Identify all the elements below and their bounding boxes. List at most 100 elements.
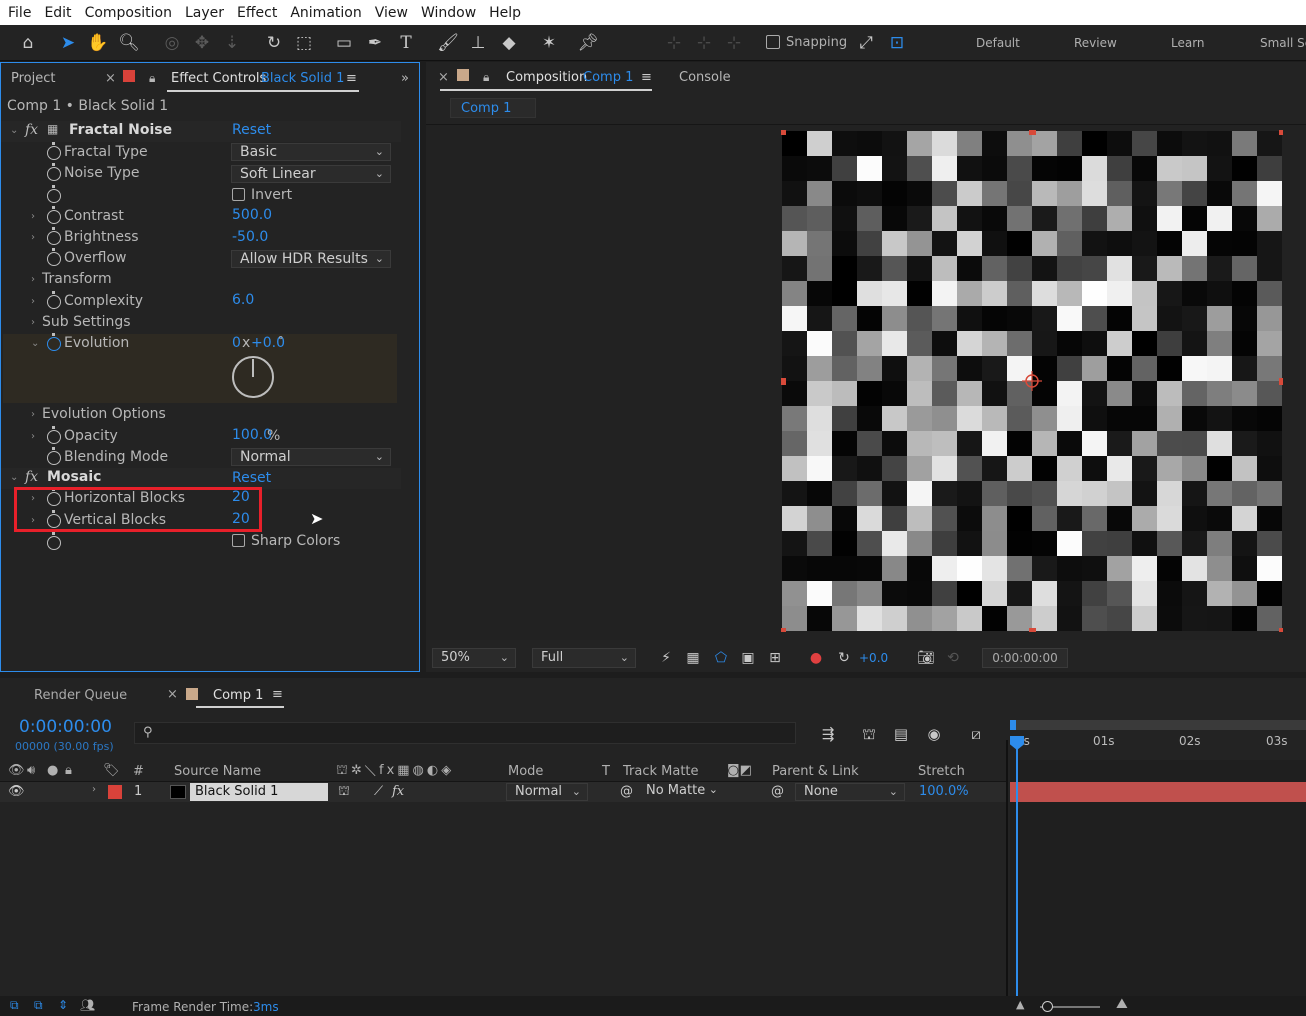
region-of-interest-icon[interactable]: ▣ — [736, 646, 760, 670]
layer-switches-toggle-icon[interactable]: ⧉ — [10, 998, 19, 1013]
motion-blur-icon[interactable]: ◉ — [922, 722, 946, 746]
label-tag-icon[interactable]: 🏷︎ — [103, 763, 120, 778]
transform-handle[interactable] — [1279, 378, 1283, 385]
zoom-in-icon[interactable]: ⛰ — [1116, 996, 1128, 1012]
expand-arrow-icon[interactable]: › — [31, 232, 35, 243]
pan-camera-icon[interactable]: ✥ — [190, 31, 214, 55]
mosaic-header[interactable]: ⌄ fx Mosaic Reset — [1, 468, 401, 489]
collapse-arrow-icon[interactable]: ⌄ — [31, 338, 39, 349]
layer-duration-bar[interactable] — [1010, 782, 1306, 802]
snap-options-icon[interactable]: ⤢ — [854, 31, 878, 55]
snapshot-camera-icon[interactable]: 📷︎ — [914, 646, 938, 670]
tab-render-queue[interactable]: Render Queue — [34, 688, 127, 703]
panel-menu-icon[interactable]: ≡ — [272, 687, 283, 702]
work-area-start-handle[interactable] — [1010, 720, 1016, 730]
layer-label-color[interactable] — [108, 785, 122, 799]
snap-target-icon[interactable]: ⊡ — [885, 31, 909, 55]
stopwatch-icon[interactable] — [47, 426, 61, 444]
menu-composition[interactable]: Composition — [85, 5, 172, 21]
rectangle-tool-icon[interactable]: ▭ — [332, 31, 356, 55]
layer-row[interactable]: 👁︎ › 1 Black Solid 1 ⛫ ⟋ fx Normal ⌄ @ No… — [0, 782, 1008, 802]
stopwatch-icon[interactable] — [47, 248, 61, 266]
type-tool-icon[interactable]: T — [394, 31, 418, 55]
zoom-dropdown[interactable]: 50% ⌄ — [432, 648, 516, 668]
dolly-camera-icon[interactable]: ⇣ — [220, 31, 244, 55]
puppet-pin-tool-icon[interactable]: 📌︎ — [576, 31, 600, 55]
eye-icon[interactable]: 👁︎ — [8, 763, 25, 778]
fractal-noise-header[interactable]: ⌄ fx ▦ Fractal Noise Reset — [1, 121, 401, 142]
blending-mode-dropdown[interactable]: Normal ⌄ — [231, 448, 391, 466]
fx-icon[interactable]: fx — [25, 469, 38, 485]
timeline-search-input[interactable]: ⚲ — [134, 722, 796, 744]
stopwatch-icon[interactable] — [47, 206, 61, 224]
spiral-pickwhip-icon[interactable]: @ — [620, 784, 633, 799]
effects-switch-icon[interactable]: fx — [392, 784, 404, 799]
stopwatch-icon[interactable] — [47, 227, 61, 245]
fx-icon[interactable]: fx — [25, 122, 38, 138]
stopwatch-icon[interactable] — [47, 163, 61, 181]
property-group-row[interactable]: › Sub Settings — [1, 313, 401, 334]
anchor-point-tool-icon[interactable]: ⬚ — [292, 31, 316, 55]
lock-icon[interactable]: 🔒︎ — [65, 763, 72, 778]
comp-subtab[interactable]: Comp 1 — [450, 98, 536, 118]
clone-stamp-tool-icon[interactable]: ⊥ — [466, 31, 490, 55]
close-icon[interactable]: × — [438, 70, 449, 85]
menu-effect[interactable]: Effect — [237, 5, 277, 21]
view-axis-icon[interactable]: ⊹ — [722, 31, 746, 55]
expand-arrow-icon[interactable]: › — [31, 317, 35, 328]
tab-project[interactable]: Project — [11, 71, 55, 86]
lock-icon[interactable]: 🔒︎ — [483, 70, 489, 85]
current-time-display[interactable]: 0:00:00:00 — [982, 648, 1068, 668]
collapse-arrow-icon[interactable]: ⌄ — [10, 472, 18, 483]
brightness-value[interactable]: -50.0 — [232, 229, 268, 245]
transform-handle[interactable] — [1029, 130, 1036, 135]
column-source-name[interactable]: Source Name — [174, 764, 261, 779]
panel-menu-icon[interactable]: ≡ — [641, 70, 652, 85]
frame-blending-icon[interactable]: ▤ — [889, 722, 913, 746]
expand-arrow-icon[interactable]: › — [31, 409, 35, 420]
property-group-row[interactable]: › Transform — [1, 270, 401, 291]
shy-switch-icon[interactable]: ⛫ — [338, 784, 350, 801]
tab-comp-timeline[interactable]: Comp 1 — [213, 688, 263, 703]
solo-icon[interactable]: ● — [47, 763, 58, 778]
brush-tool-icon[interactable]: 🖌︎ — [436, 31, 460, 55]
tab-console[interactable]: Console — [679, 70, 731, 85]
show-snapshot-icon[interactable]: ⟲ — [941, 646, 965, 670]
work-area-bar[interactable] — [1010, 720, 1306, 730]
close-icon[interactable]: × — [105, 71, 116, 86]
tab-effect-controls[interactable]: Effect Controls — [171, 71, 266, 86]
pen-tool-icon[interactable]: ✒ — [363, 31, 387, 55]
composition-viewer[interactable] — [426, 125, 1306, 640]
panel-menu-icon[interactable]: ≡ — [346, 71, 357, 86]
zoom-tool-icon[interactable]: 🔍︎ — [117, 31, 141, 55]
tab-composition[interactable]: Composition — [506, 70, 587, 85]
expand-arrow-icon[interactable]: › — [31, 296, 35, 307]
expand-arrow-icon[interactable]: › — [31, 274, 35, 285]
stopwatch-icon[interactable] — [47, 532, 61, 550]
fractal-type-dropdown[interactable]: Basic ⌄ — [231, 143, 391, 161]
invert-checkbox[interactable] — [232, 188, 245, 201]
transform-handle[interactable] — [781, 130, 786, 135]
orbit-camera-icon[interactable]: ◎ — [160, 31, 184, 55]
hand-tool-icon[interactable]: ✋ — [86, 31, 110, 55]
show-channel-icon[interactable]: ● — [804, 646, 828, 670]
stopwatch-icon[interactable] — [47, 333, 61, 351]
stretch-value[interactable]: 100.0% — [919, 784, 969, 799]
local-axis-icon[interactable]: ⊹ — [662, 31, 686, 55]
quality-switch-icon[interactable]: ⟋ — [374, 784, 383, 799]
expand-arrow-icon[interactable]: › — [31, 211, 35, 222]
menu-layer[interactable]: Layer — [185, 5, 224, 21]
transform-handle[interactable] — [781, 628, 786, 632]
zoom-out-icon[interactable]: ▲ — [1016, 998, 1024, 1011]
in-out-toggle-icon[interactable]: ⇕ — [58, 998, 68, 1012]
lock-icon[interactable]: 🔒︎ — [149, 71, 155, 86]
complexity-value[interactable]: 6.0 — [232, 292, 254, 308]
reset-exposure-icon[interactable]: ↻ — [832, 646, 856, 670]
close-icon[interactable]: × — [167, 687, 178, 702]
resolution-dropdown[interactable]: Full ⌄ — [532, 648, 636, 668]
stopwatch-icon[interactable] — [47, 447, 61, 465]
mask-visibility-icon[interactable]: ⬠ — [709, 646, 733, 670]
noise-type-dropdown[interactable]: Soft Linear ⌄ — [231, 165, 391, 183]
exposure-value[interactable]: +0.0 — [859, 651, 888, 665]
panel-overflow-icon[interactable]: » — [401, 71, 409, 86]
